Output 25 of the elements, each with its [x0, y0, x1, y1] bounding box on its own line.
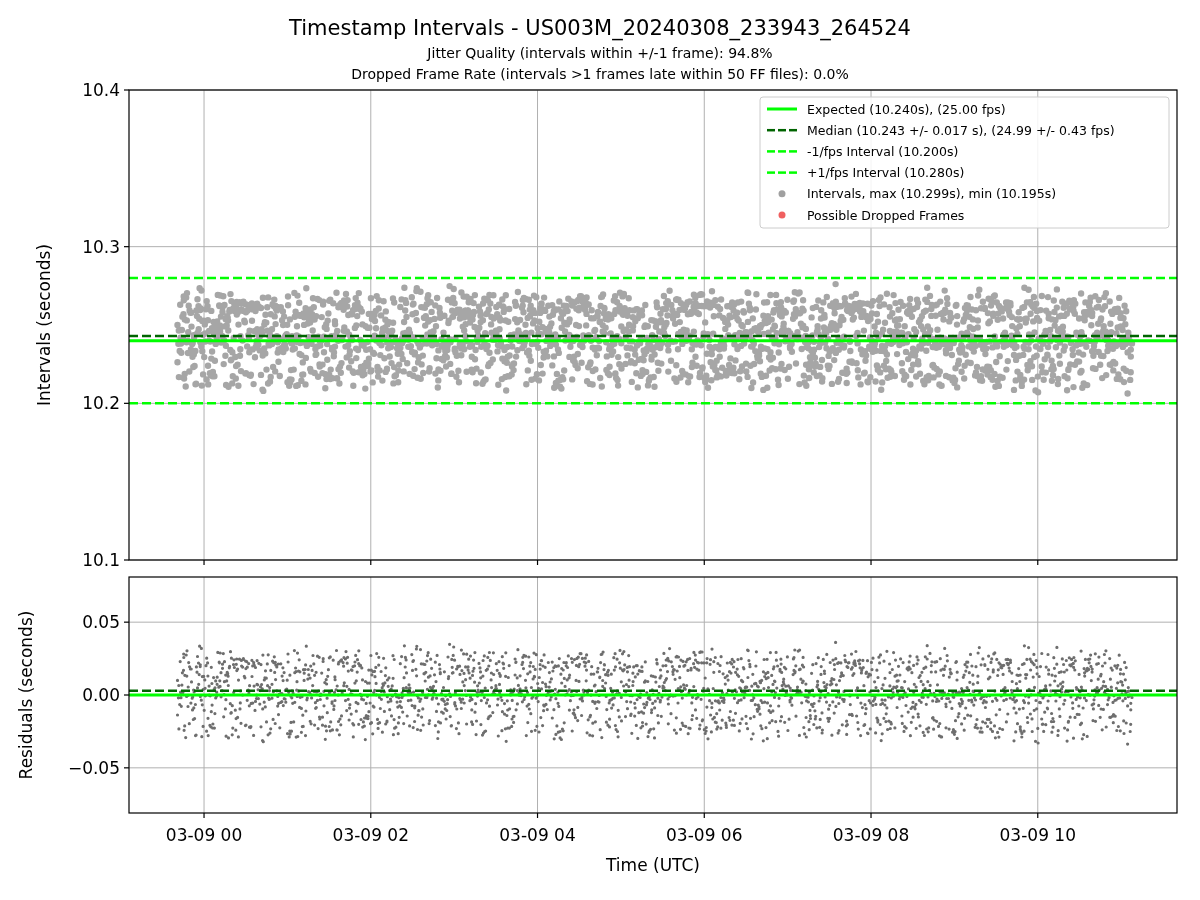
- axis-tick-label: 03-09 06: [666, 825, 743, 845]
- axis-tick-label: 0.05: [82, 612, 120, 633]
- legend-label: Median (10.243 +/- 0.017 s), (24.99 +/- 0.43 fps): [807, 122, 1115, 138]
- axis-tick-label: 10.1: [82, 550, 120, 570]
- axis-tick-label: 03-09 08: [832, 825, 910, 845]
- legend-label: +1/fps Interval (10.280s): [807, 165, 965, 181]
- axis-tick-label: 10.4: [82, 80, 120, 100]
- chart-subtitle: Jitter Quality (intervals within +/-1 frame): 94.8%: [427, 44, 773, 63]
- legend-label: Possible Dropped Frames: [807, 207, 965, 223]
- axis-tick-label: 10.3: [82, 236, 120, 257]
- legend-label: Intervals, max (10.299s), min (10.195s): [807, 186, 1057, 202]
- axis-label: Intervals (seconds): [34, 243, 54, 407]
- axis-tick-label: 03-09 04: [499, 825, 576, 845]
- axis-tick-label: 03-09 10: [999, 825, 1076, 845]
- axis-tick-label: 10.2: [82, 393, 120, 414]
- axis-label: Time (UTC): [606, 855, 700, 875]
- axis-tick-label: 03-09 00: [165, 825, 243, 845]
- axis-tick-label: −0.05: [67, 757, 120, 778]
- legend-label: Expected (10.240s), (25.00 fps): [807, 101, 1006, 117]
- axis-label: Residuals (seconds): [16, 610, 36, 780]
- chart-title: Timestamp Intervals - US003M_20240308_233943_264524: [289, 15, 911, 43]
- axis-tick-label: 03-09 02: [332, 825, 409, 845]
- axis-tick-label: 0.00: [82, 685, 120, 705]
- legend-label: -1/fps Interval (10.200s): [807, 143, 959, 159]
- chart-subtitle: Dropped Frame Rate (intervals >1 frames late within 50 FF files): 0.0%: [351, 65, 849, 84]
